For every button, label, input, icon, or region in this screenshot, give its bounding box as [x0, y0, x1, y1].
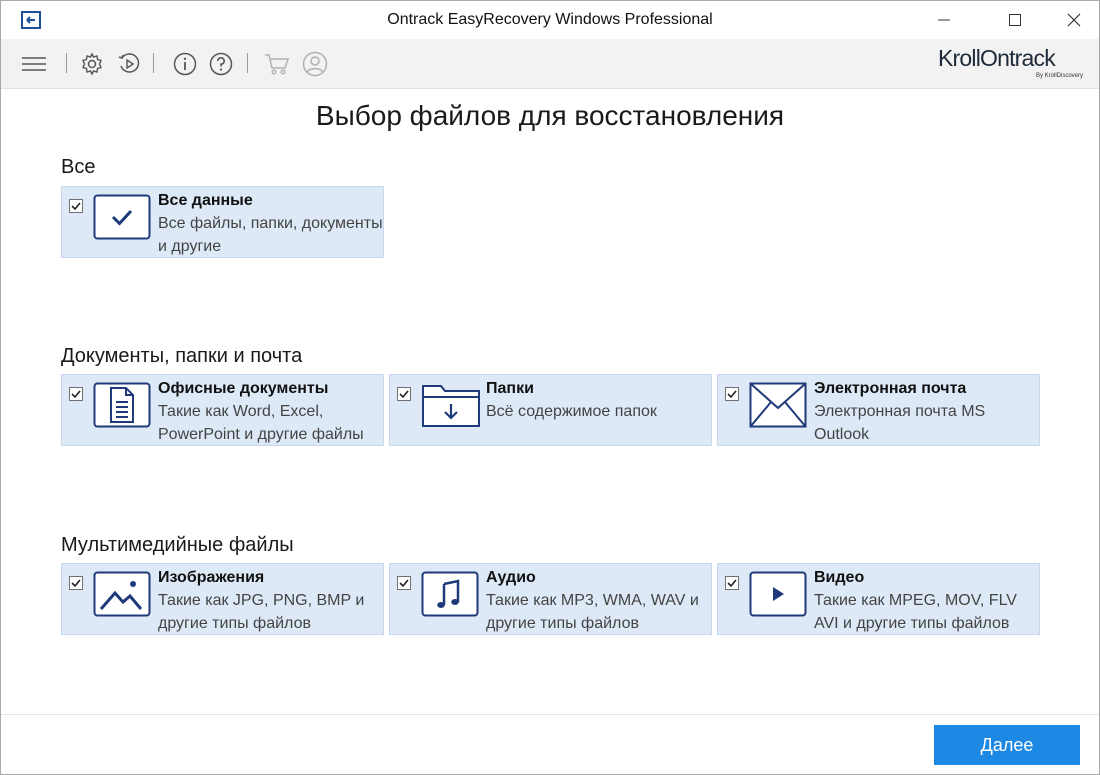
- checkbox[interactable]: [69, 199, 83, 213]
- card-video[interactable]: Видео Такие как MPEG, MOV, FLV AVI и дру…: [717, 563, 1040, 635]
- logo-subtext: By KrollDiscovery: [1035, 73, 1083, 79]
- next-button[interactable]: Далее: [934, 725, 1080, 765]
- toolbar: KrollOntrack By KrollDiscovery: [1, 39, 1099, 89]
- card-description: Такие как Word, Excel, PowerPoint и друг…: [158, 403, 364, 443]
- app-window: Ontrack EasyRecovery Windows Professiona…: [0, 0, 1100, 775]
- card-title: Офисные документы: [158, 380, 329, 397]
- checkbox[interactable]: [69, 387, 83, 401]
- music-note-icon: [421, 571, 479, 617]
- play-icon: [749, 571, 807, 617]
- folder-icon: [421, 382, 480, 428]
- card-description: Все файлы, папки, документы и другие: [158, 215, 383, 255]
- toolbar-divider: [153, 53, 154, 73]
- settings-icon[interactable]: [79, 51, 105, 77]
- card-email[interactable]: Электронная почта Электронная почта MS O…: [717, 374, 1040, 446]
- card-title: Электронная почта: [814, 380, 967, 397]
- toolbar-divider: [66, 53, 67, 73]
- card-description: Такие как JPG, PNG, BMP и другие типы фа…: [158, 592, 365, 632]
- page-title: Выбор файлов для восстановления: [315, 100, 785, 131]
- logo-text: KrollOntrack: [938, 45, 1056, 71]
- card-title: Аудио: [486, 569, 536, 586]
- resume-recovery-icon[interactable]: [116, 51, 142, 77]
- checkbox[interactable]: [725, 576, 739, 590]
- krollontrack-logo: KrollOntrack By KrollDiscovery: [938, 45, 1083, 83]
- card-title: Видео: [814, 569, 865, 586]
- checkbox[interactable]: [725, 387, 739, 401]
- card-images[interactable]: Изображения Такие как JPG, PNG, BMP и др…: [61, 563, 384, 635]
- checkbox[interactable]: [397, 387, 411, 401]
- image-icon: [93, 571, 151, 617]
- section-title-documents: Документы, папки и почта: [61, 345, 303, 367]
- card-description: Такие как MPEG, MOV, FLV AVI и другие ти…: [814, 592, 1017, 632]
- footer-divider: [1, 714, 1099, 715]
- account-icon[interactable]: [302, 51, 328, 77]
- card-folders[interactable]: Папки Всё содержимое папок: [389, 374, 712, 446]
- document-icon: [93, 382, 151, 428]
- card-audio[interactable]: Аудио Такие как MP3, WMA, WAV и другие т…: [389, 563, 712, 635]
- maximize-button[interactable]: [992, 1, 1038, 39]
- card-title: Изображения: [158, 569, 265, 586]
- checkmark-icon: [93, 194, 151, 240]
- card-office-documents[interactable]: Офисные документы Такие как Word, Excel,…: [61, 374, 384, 446]
- close-button[interactable]: [1051, 1, 1097, 39]
- toolbar-divider: [247, 53, 248, 73]
- card-title: Папки: [486, 380, 534, 397]
- card-description: Такие как MP3, WMA, WAV и другие типы фа…: [486, 592, 699, 632]
- card-description: Электронная почта MS Outlook: [814, 403, 986, 443]
- menu-icon[interactable]: [21, 51, 47, 77]
- cart-icon[interactable]: [264, 51, 290, 77]
- section-title-multimedia: Мультимедийные файлы: [61, 534, 294, 556]
- checkbox[interactable]: [397, 576, 411, 590]
- minimize-button[interactable]: [921, 1, 967, 39]
- title-bar: Ontrack EasyRecovery Windows Professiona…: [1, 1, 1099, 39]
- checkbox[interactable]: [69, 576, 83, 590]
- envelope-icon: [749, 382, 807, 428]
- help-icon[interactable]: [208, 51, 234, 77]
- section-title-all: Все: [61, 156, 96, 178]
- card-title: Все данные: [158, 192, 253, 209]
- info-icon[interactable]: [172, 51, 198, 77]
- card-all-data[interactable]: Все данные Все файлы, папки, документы и…: [61, 186, 384, 258]
- card-description: Всё содержимое папок: [486, 403, 657, 420]
